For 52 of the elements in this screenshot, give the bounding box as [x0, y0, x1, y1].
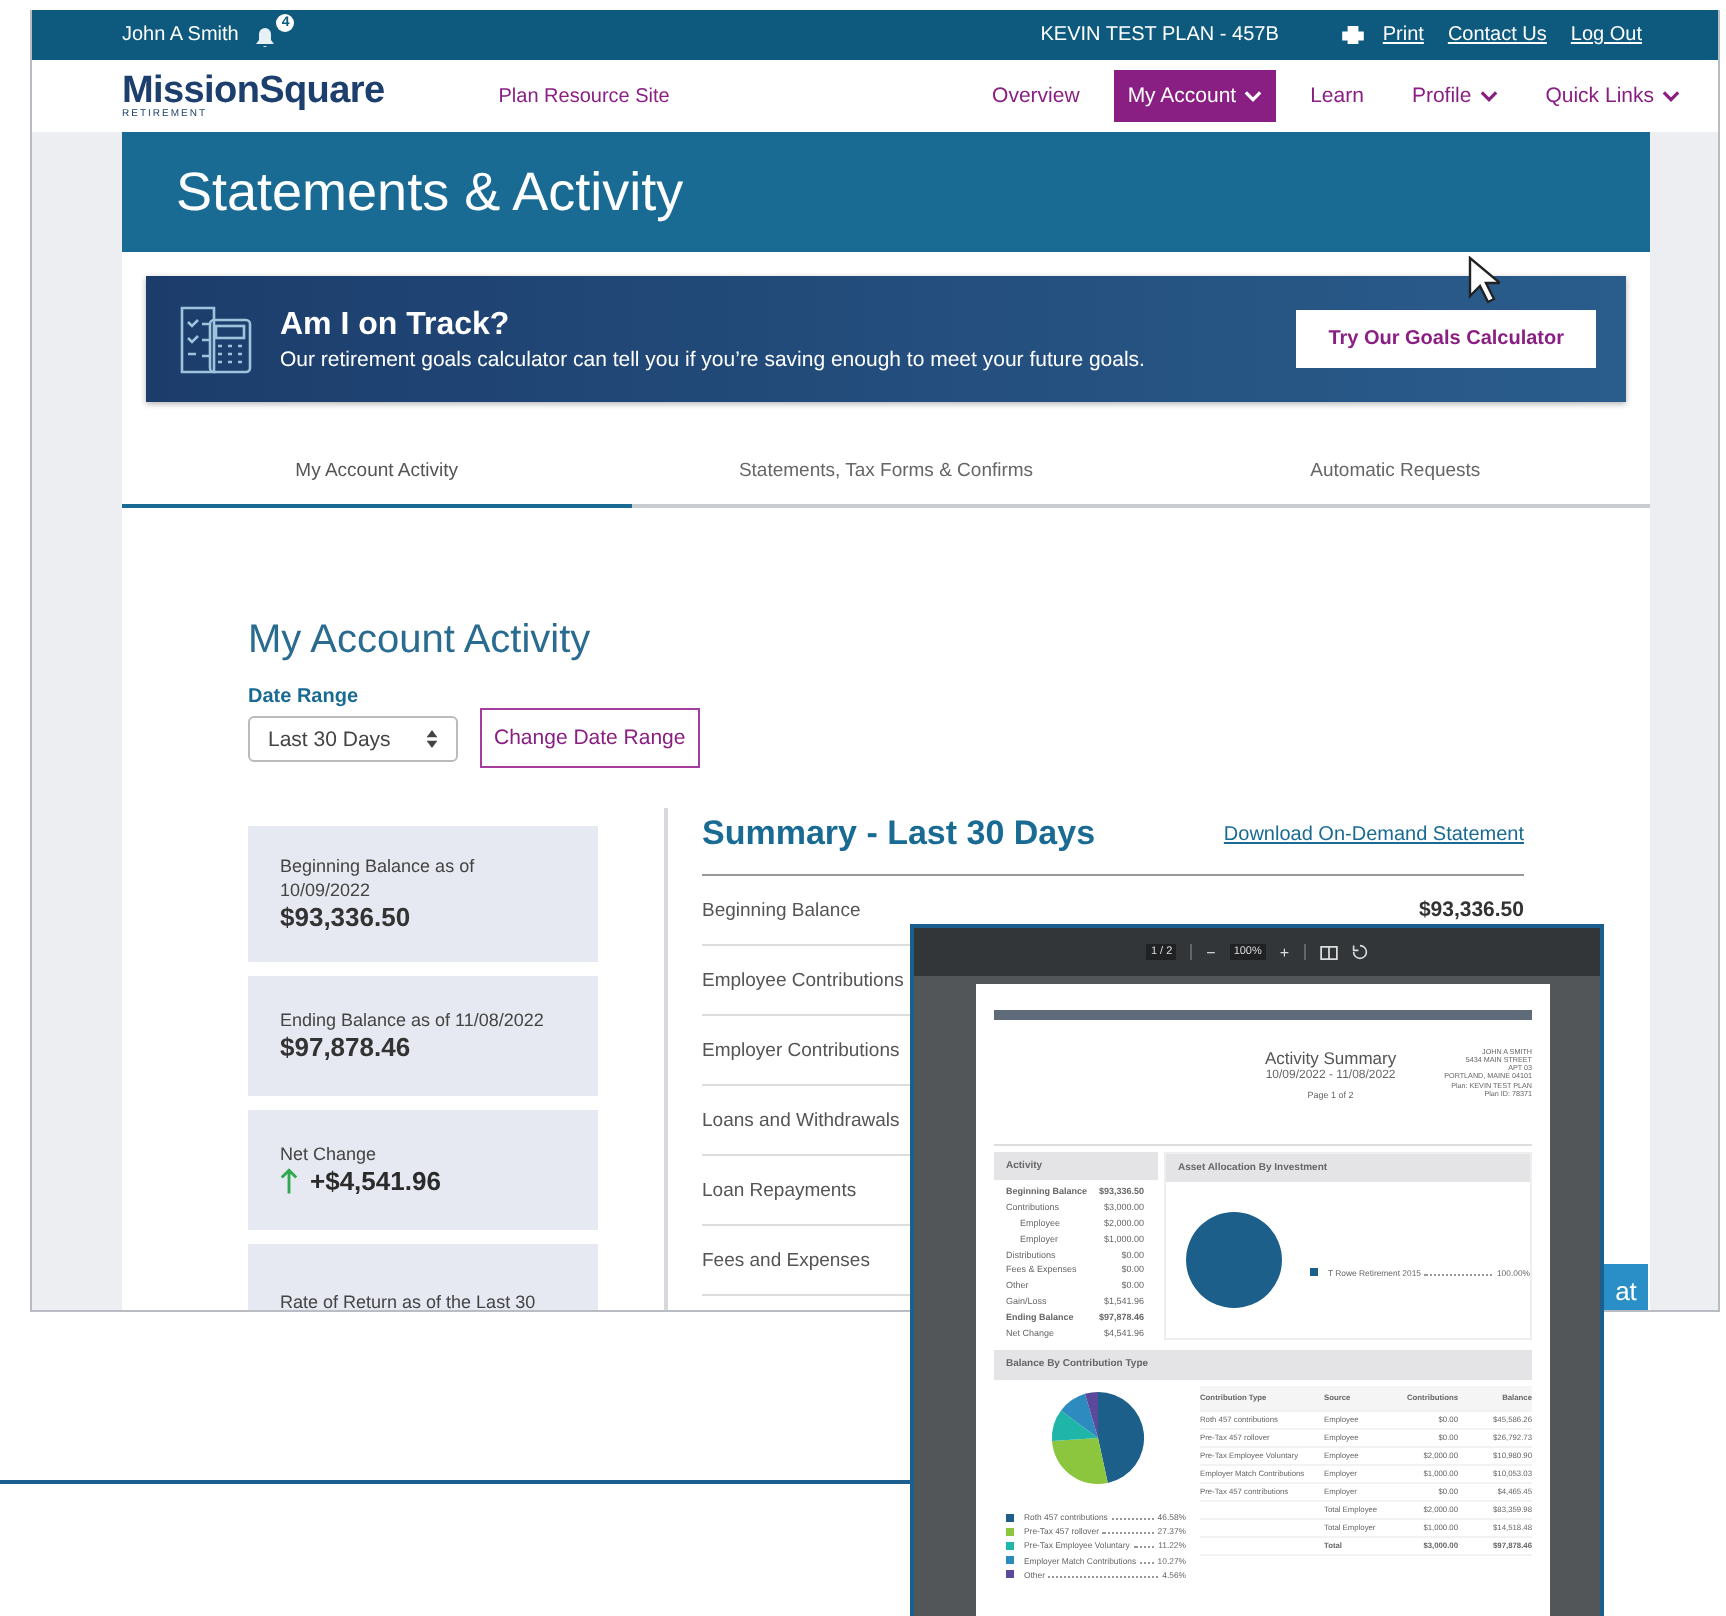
tab[interactable]: Automatic Requests: [1140, 432, 1651, 508]
card-label: Ending Balance as of 11/08/2022: [280, 1009, 546, 1033]
plan-name: KEVIN TEST PLAN - 457B: [1040, 24, 1279, 46]
up-down-arrows-icon[interactable]: [426, 730, 438, 748]
user-name: John A Smith: [122, 24, 239, 46]
zoom-out-button[interactable]: −: [1206, 943, 1216, 961]
row-label: Loan Repayments: [702, 1179, 857, 1201]
top-link[interactable]: Log Out: [1570, 24, 1642, 46]
page-fit-icon[interactable]: [1319, 945, 1338, 959]
card-label: Rate of Return as of the Last 30: [280, 1292, 538, 1310]
card-value: +$4,541.96: [310, 1166, 441, 1197]
row-label: Employee Contributions: [702, 969, 904, 991]
nav-item[interactable]: Profile: [1397, 70, 1512, 122]
row-label: Fees and Expenses: [702, 1249, 870, 1271]
change-date-range-button[interactable]: Change Date Range: [480, 708, 700, 768]
field-label: Date Range: [248, 686, 361, 708]
nav-item[interactable]: Quick Links: [1531, 70, 1694, 122]
card-label: Net Change: [280, 1143, 379, 1167]
nav-item[interactable]: Overview: [978, 70, 1094, 122]
banner-text: Our retirement goals calculator can tell you if you’re saving enough to meet your future goals.: [280, 347, 1145, 371]
card-value: $97,878.46: [280, 1032, 411, 1063]
chat-button[interactable]: at: [1604, 1264, 1648, 1310]
rotate-icon[interactable]: [1351, 944, 1368, 960]
date-range-select[interactable]: Last 30 Days: [248, 716, 458, 762]
download-link[interactable]: Download On-Demand Statement: [1223, 823, 1524, 845]
plan-resource-link[interactable]: Plan Resource Site: [498, 85, 670, 107]
nav-item[interactable]: Learn: [1296, 70, 1378, 122]
mouse-cursor-icon: [1468, 256, 1500, 304]
pie-slice: [1186, 1212, 1282, 1308]
page-title: Statements & Activity: [176, 161, 684, 223]
chevron-down-icon[interactable]: [1662, 90, 1680, 102]
zoom-in-button[interactable]: +: [1279, 943, 1290, 961]
tab[interactable]: Statements, Tax Forms & Confirms: [631, 432, 1141, 508]
nav-item[interactable]: My Account: [1113, 70, 1277, 122]
section-heading: My Account Activity: [248, 618, 593, 664]
row-value: $93,336.50: [1418, 898, 1524, 922]
printer-icon[interactable]: [1342, 26, 1365, 44]
card-value: $93,336.50: [280, 901, 411, 932]
banner-title: Am I on Track?: [280, 307, 512, 343]
top-link[interactable]: Contact Us: [1447, 24, 1547, 46]
summary-title: Summary - Last 30 Days: [702, 814, 1096, 854]
document-title: Activity Summary: [1264, 1048, 1397, 1068]
tab[interactable]: My Account Activity: [122, 432, 632, 508]
chevron-down-icon[interactable]: [1479, 90, 1498, 102]
row-label: Loans and Withdrawals: [702, 1109, 900, 1131]
row-label: Beginning Balance: [702, 899, 861, 921]
calculator-checklist-icon: [176, 303, 256, 375]
card-label: Beginning Balance as of 10/09/2022: [280, 856, 477, 902]
goals-calculator-button[interactable]: Try Our Goals Calculator: [1296, 310, 1596, 368]
logo[interactable]: MissionSquare: [122, 72, 385, 110]
row-label: Employer Contributions: [702, 1039, 900, 1061]
top-link[interactable]: Print: [1382, 24, 1424, 46]
